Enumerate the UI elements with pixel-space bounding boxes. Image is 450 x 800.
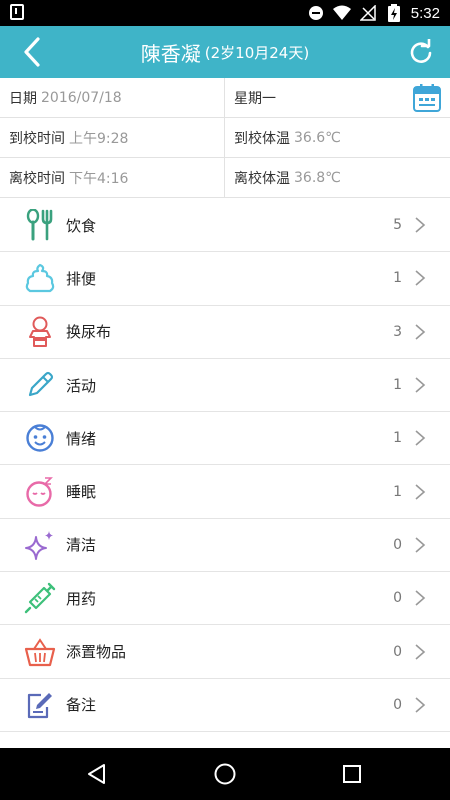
nav-recents-button[interactable] bbox=[340, 762, 364, 786]
list-item-label: 活动 bbox=[66, 376, 97, 395]
date-value: 2016/07/18 bbox=[41, 89, 122, 106]
note-icon bbox=[24, 689, 56, 721]
back-arrow-icon bbox=[24, 37, 40, 67]
list-item-count: 0 bbox=[393, 643, 402, 660]
sleep-icon bbox=[24, 476, 56, 508]
list-item-label: 备注 bbox=[66, 696, 97, 715]
record-list: 饮食 5 排便 1 换尿布 3 活动 1 情绪 1 睡眠 1 清洁 0 用药 0… bbox=[0, 199, 450, 732]
list-item-label: 排便 bbox=[66, 269, 97, 288]
arrive-temp-label: 到校体温 bbox=[234, 130, 290, 147]
child-name: 陳香凝 bbox=[140, 41, 201, 66]
weekday-label: 星期一 bbox=[234, 90, 276, 107]
chevron-right-icon bbox=[415, 217, 426, 233]
arrival-row: 到校时间 上午9:28 到校体温 36.6℃ bbox=[0, 118, 450, 158]
chevron-right-icon bbox=[415, 643, 426, 660]
list-item-cleaning[interactable]: 清洁 0 bbox=[0, 519, 450, 573]
child-age: (2岁10月24天) bbox=[204, 43, 310, 62]
poop-icon bbox=[24, 262, 56, 294]
status-bar: 5:32 bbox=[0, 0, 450, 26]
list-item-count: 1 bbox=[393, 377, 402, 394]
refresh-button[interactable] bbox=[408, 37, 434, 65]
calendar-icon bbox=[413, 84, 441, 112]
leave-time-value: 下午4:16 bbox=[69, 170, 129, 187]
utensils-icon bbox=[24, 209, 56, 241]
list-item-label: 情绪 bbox=[66, 429, 97, 448]
basket-icon bbox=[24, 636, 56, 668]
chevron-right-icon bbox=[415, 430, 426, 446]
attendance-info: 日期 2016/07/18 星期一 到校时间 上午9:28 到校体温 36.6℃… bbox=[0, 78, 450, 198]
weekday-cell: 星期一 bbox=[225, 78, 450, 117]
leave-time-label: 离校时间 bbox=[9, 170, 65, 187]
list-item-count: 1 bbox=[393, 270, 402, 287]
list-item-diaper[interactable]: 换尿布 3 bbox=[0, 306, 450, 359]
battery-charging-icon bbox=[385, 4, 403, 22]
chevron-right-icon bbox=[415, 270, 426, 287]
date-label: 日期 bbox=[9, 90, 37, 107]
list-item-sleep[interactable]: 睡眠 1 bbox=[0, 465, 450, 519]
leave-temp-value: 36.8℃ bbox=[294, 169, 341, 186]
no-signal-icon bbox=[359, 4, 377, 22]
list-item-count: 0 bbox=[393, 696, 402, 713]
list-item-count: 3 bbox=[393, 323, 402, 340]
list-item-mood[interactable]: 情绪 1 bbox=[0, 412, 450, 466]
triangle-back-icon bbox=[88, 764, 105, 784]
refresh-icon bbox=[410, 37, 432, 63]
list-item-count: 1 bbox=[393, 483, 402, 500]
list-item-activity[interactable]: 活动 1 bbox=[0, 359, 450, 413]
date-row: 日期 2016/07/18 星期一 bbox=[0, 78, 450, 118]
baby-diaper-icon bbox=[24, 316, 56, 348]
list-item-supplies[interactable]: 添置物品 0 bbox=[0, 625, 450, 679]
chevron-right-icon bbox=[415, 697, 426, 713]
arrive-time-value: 上午9:28 bbox=[69, 130, 129, 147]
page-title: 陳香凝 (2岁10月24天) bbox=[60, 26, 390, 78]
list-item-count: 0 bbox=[393, 590, 402, 607]
list-item-diet[interactable]: 饮食 5 bbox=[0, 199, 450, 253]
leave-temp-label: 离校体温 bbox=[234, 170, 290, 187]
list-item-label: 添置物品 bbox=[66, 643, 127, 662]
download-icon bbox=[10, 4, 24, 20]
arrive-time-cell: 到校时间 上午9:28 bbox=[0, 118, 225, 157]
list-item-bowel[interactable]: 排便 1 bbox=[0, 252, 450, 306]
list-item-medicine[interactable]: 用药 0 bbox=[0, 572, 450, 626]
date-cell: 日期 2016/07/18 bbox=[0, 78, 225, 117]
list-item-label: 睡眠 bbox=[66, 483, 97, 502]
nav-home-button[interactable] bbox=[213, 762, 237, 786]
syringe-icon bbox=[24, 582, 56, 614]
chevron-right-icon bbox=[415, 537, 426, 553]
list-item-count: 1 bbox=[393, 430, 402, 447]
list-item-label: 饮食 bbox=[66, 216, 97, 235]
list-item-label: 换尿布 bbox=[66, 323, 112, 342]
pencil-icon bbox=[24, 369, 56, 401]
list-item-count: 5 bbox=[393, 217, 402, 234]
system-nav-bar bbox=[0, 748, 450, 800]
app-bar: 陳香凝 (2岁10月24天) bbox=[0, 26, 450, 78]
list-item-label: 用药 bbox=[66, 589, 97, 608]
list-item-label: 清洁 bbox=[66, 536, 97, 555]
leave-temp-cell: 离校体温 36.8℃ bbox=[225, 158, 450, 197]
arrive-time-label: 到校时间 bbox=[9, 130, 65, 147]
circle-home-icon bbox=[214, 763, 236, 785]
chevron-right-icon bbox=[415, 324, 426, 340]
nav-back-button[interactable] bbox=[86, 762, 110, 786]
arrive-temp-cell: 到校体温 36.6℃ bbox=[225, 118, 450, 157]
baby-face-icon bbox=[24, 422, 56, 454]
chevron-right-icon bbox=[415, 484, 426, 500]
status-time: 5:32 bbox=[410, 4, 440, 22]
square-recents-icon bbox=[343, 765, 361, 783]
list-item-count: 0 bbox=[393, 536, 402, 553]
leave-time-cell: 离校时间 下午4:16 bbox=[0, 158, 225, 197]
wifi-icon bbox=[332, 4, 351, 22]
list-item-notes[interactable]: 备注 0 bbox=[0, 679, 450, 732]
leave-row: 离校时间 下午4:16 离校体温 36.8℃ bbox=[0, 158, 450, 198]
do-not-disturb-icon bbox=[307, 4, 325, 22]
chevron-right-icon bbox=[415, 590, 426, 606]
back-button[interactable] bbox=[18, 36, 50, 68]
chevron-right-icon bbox=[415, 377, 426, 393]
sparkle-icon bbox=[24, 529, 56, 561]
calendar-button[interactable] bbox=[412, 83, 442, 113]
arrive-temp-value: 36.6℃ bbox=[294, 129, 341, 146]
